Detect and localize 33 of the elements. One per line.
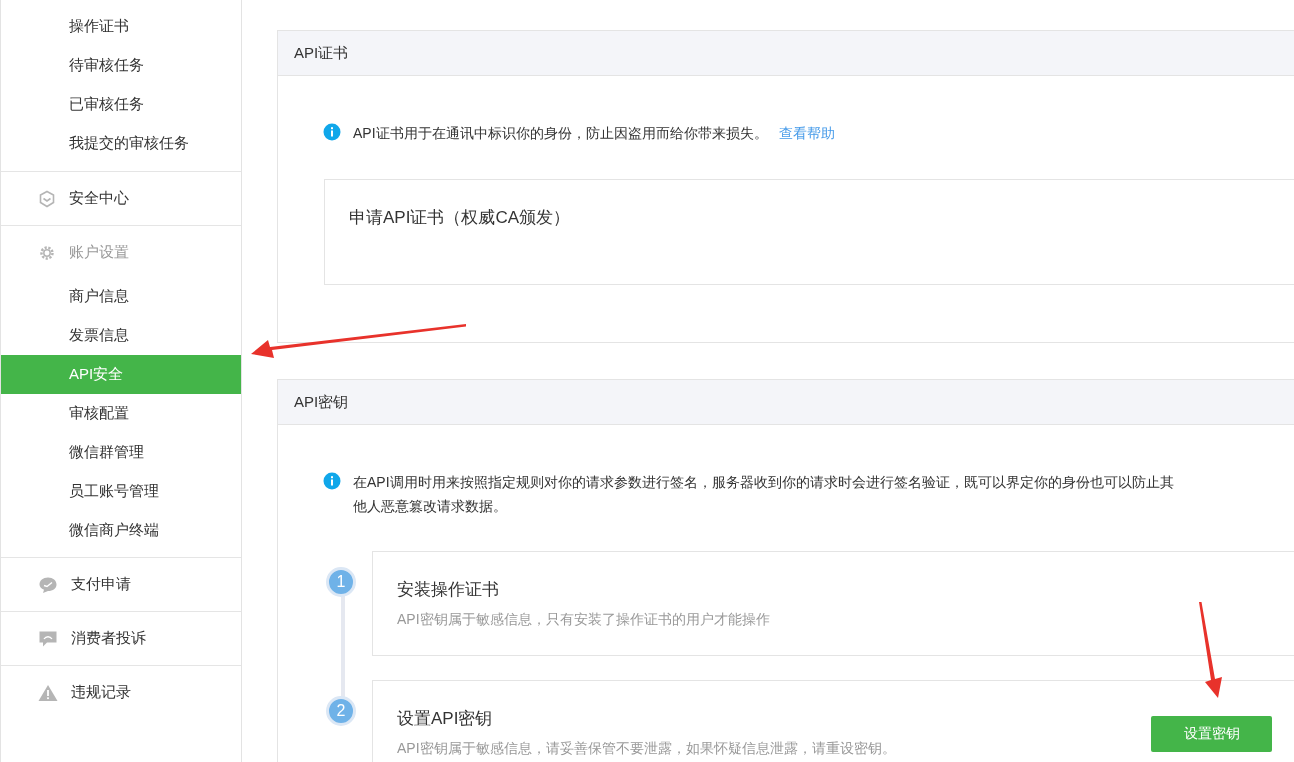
sidebar-item[interactable]: 违规记录: [71, 681, 131, 704]
gear-icon: [38, 243, 56, 262]
sidebar-item[interactable]: 发票信息: [1, 316, 241, 355]
sidebar-item[interactable]: 微信群管理: [1, 433, 241, 472]
comment-icon: [38, 629, 58, 648]
panel-title: API密钥: [294, 391, 349, 412]
shield-icon: [38, 189, 56, 208]
step-title: 设置API密钥: [397, 708, 494, 731]
step-number: 1: [326, 567, 356, 597]
warning-icon: [38, 683, 58, 702]
step-description: API密钥属于敏感信息，请妥善保管不要泄露，如果怀疑信息泄露，请重设密钥。: [397, 738, 897, 758]
step-title: 安装操作证书: [397, 579, 500, 602]
sidebar-item[interactable]: 消费者投诉: [71, 627, 146, 650]
card-title: 申请API证书（权威CA颁发）: [349, 208, 571, 227]
group-label: 账户设置: [69, 242, 129, 263]
sidebar-item[interactable]: 支付申请: [71, 573, 131, 596]
step-description: API密钥属于敏感信息，只有安装了操作证书的用户才能操作: [397, 609, 771, 629]
sidebar-item[interactable]: 我提交的审核任务: [1, 124, 241, 163]
sidebar-item[interactable]: 商户信息: [1, 277, 241, 316]
panel-title: API证书: [294, 42, 349, 63]
sidebar-item[interactable]: 安全中心: [69, 187, 129, 210]
info-icon: [323, 123, 341, 141]
sidebar-item[interactable]: 操作证书: [1, 7, 241, 46]
sidebar-item[interactable]: 员工账号管理: [1, 472, 241, 511]
chat-icon: [38, 575, 58, 594]
step-number: 2: [326, 696, 356, 726]
info-icon: [323, 472, 341, 490]
sidebar-item[interactable]: 已审核任务: [1, 85, 241, 124]
info-text: 在API调用时用来按照指定规则对你的请求参数进行签名，服务器收到你的请求时会进行签名验证，既可以界定你的身份也可以防止其 他人恶意篡改请求数据。: [353, 473, 1174, 516]
sidebar-item[interactable]: 审核配置: [1, 394, 241, 433]
sidebar-item[interactable]: 待审核任务: [1, 46, 241, 85]
info-text: API证书用于在通讯中标识你的身份，防止因盗用而给你带来损失。 查看帮助: [353, 124, 836, 143]
sidebar-item[interactable]: 微信商户终端: [1, 511, 241, 550]
